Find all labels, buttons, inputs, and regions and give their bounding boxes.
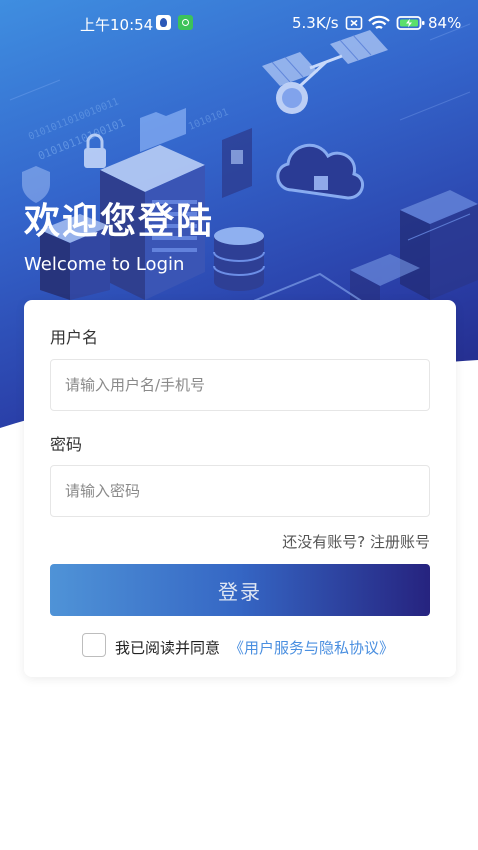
register-link[interactable]: 还没有账号? 注册账号 xyxy=(282,531,430,552)
username-label: 用户名 xyxy=(50,328,99,347)
svg-text:1010101: 1010101 xyxy=(187,107,230,133)
folder-icon xyxy=(140,108,186,152)
username-input[interactable] xyxy=(50,359,430,411)
login-button[interactable]: 登录 xyxy=(50,564,430,616)
password-input[interactable] xyxy=(50,465,430,517)
cloud-icon xyxy=(276,143,364,200)
login-card: 用户名 密码 还没有账号? 注册账号 登录 我已阅读并同意 《用户服务与隐私协议… xyxy=(24,300,456,677)
wifi-icon xyxy=(368,15,390,29)
status-bar: 上午10:54 5.3K/s 84% xyxy=(0,0,478,46)
password-label: 密码 xyxy=(50,435,83,454)
agree-checkbox[interactable] xyxy=(82,633,106,657)
app-notification-icon xyxy=(156,15,171,30)
agreement-link[interactable]: 《用户服务与隐私协议》 xyxy=(229,637,394,658)
database-icon xyxy=(213,227,265,291)
wechat-icon xyxy=(178,15,193,30)
status-time: 上午10:54 xyxy=(80,16,154,34)
welcome-title: 欢迎您登陆 xyxy=(24,201,215,242)
sim-no-service-icon xyxy=(345,16,363,30)
battery-percentage: 84% xyxy=(428,14,462,32)
agree-text: 我已阅读并同意 xyxy=(115,639,221,657)
network-speed: 5.3K/s xyxy=(292,14,339,32)
welcome-subtitle: Welcome to Login xyxy=(24,254,185,275)
battery-charging-icon xyxy=(396,16,425,30)
